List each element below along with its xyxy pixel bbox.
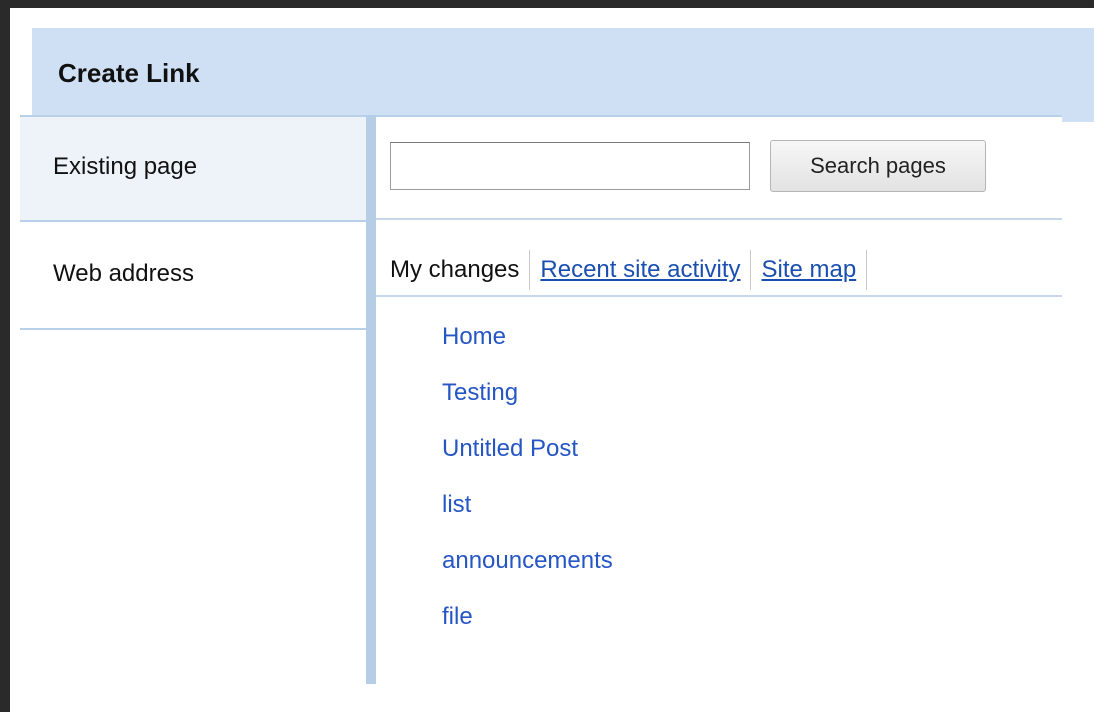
tab-recent-site-activity[interactable]: Recent site activity — [530, 250, 752, 290]
nav-item-web-address[interactable]: Web address — [20, 222, 366, 330]
link-type-nav: Existing page Web address — [20, 115, 366, 684]
page-link-testing[interactable]: Testing — [442, 365, 613, 421]
page-source-tabs: My changes Recent site activity Site map — [390, 250, 868, 290]
nav-item-label: Existing page — [53, 153, 198, 180]
page-link-home[interactable]: Home — [442, 309, 613, 365]
divider — [376, 218, 1062, 220]
dialog-title: Create Link — [58, 58, 200, 88]
tab-my-changes[interactable]: My changes — [390, 250, 531, 290]
nav-item-existing-page[interactable]: Existing page — [20, 115, 366, 222]
pane-divider — [366, 115, 376, 684]
page-link-list[interactable]: list — [442, 477, 613, 533]
page-link-announcements[interactable]: announcements — [442, 533, 613, 589]
search-pages-button[interactable]: Search pages — [770, 140, 986, 192]
page-link-file[interactable]: file — [442, 589, 613, 645]
page-list: Home Testing Untitled Post list announce… — [442, 309, 613, 645]
page-link-untitled-post[interactable]: Untitled Post — [442, 421, 613, 477]
existing-page-panel: Search pages My changes Recent site activ… — [376, 115, 1062, 684]
tabs-divider — [376, 295, 1062, 297]
tab-site-map[interactable]: Site map — [751, 250, 868, 290]
search-input[interactable] — [390, 142, 750, 190]
dialog-title-bar: Create Link — [32, 28, 1094, 122]
nav-item-label: Web address — [53, 260, 194, 287]
